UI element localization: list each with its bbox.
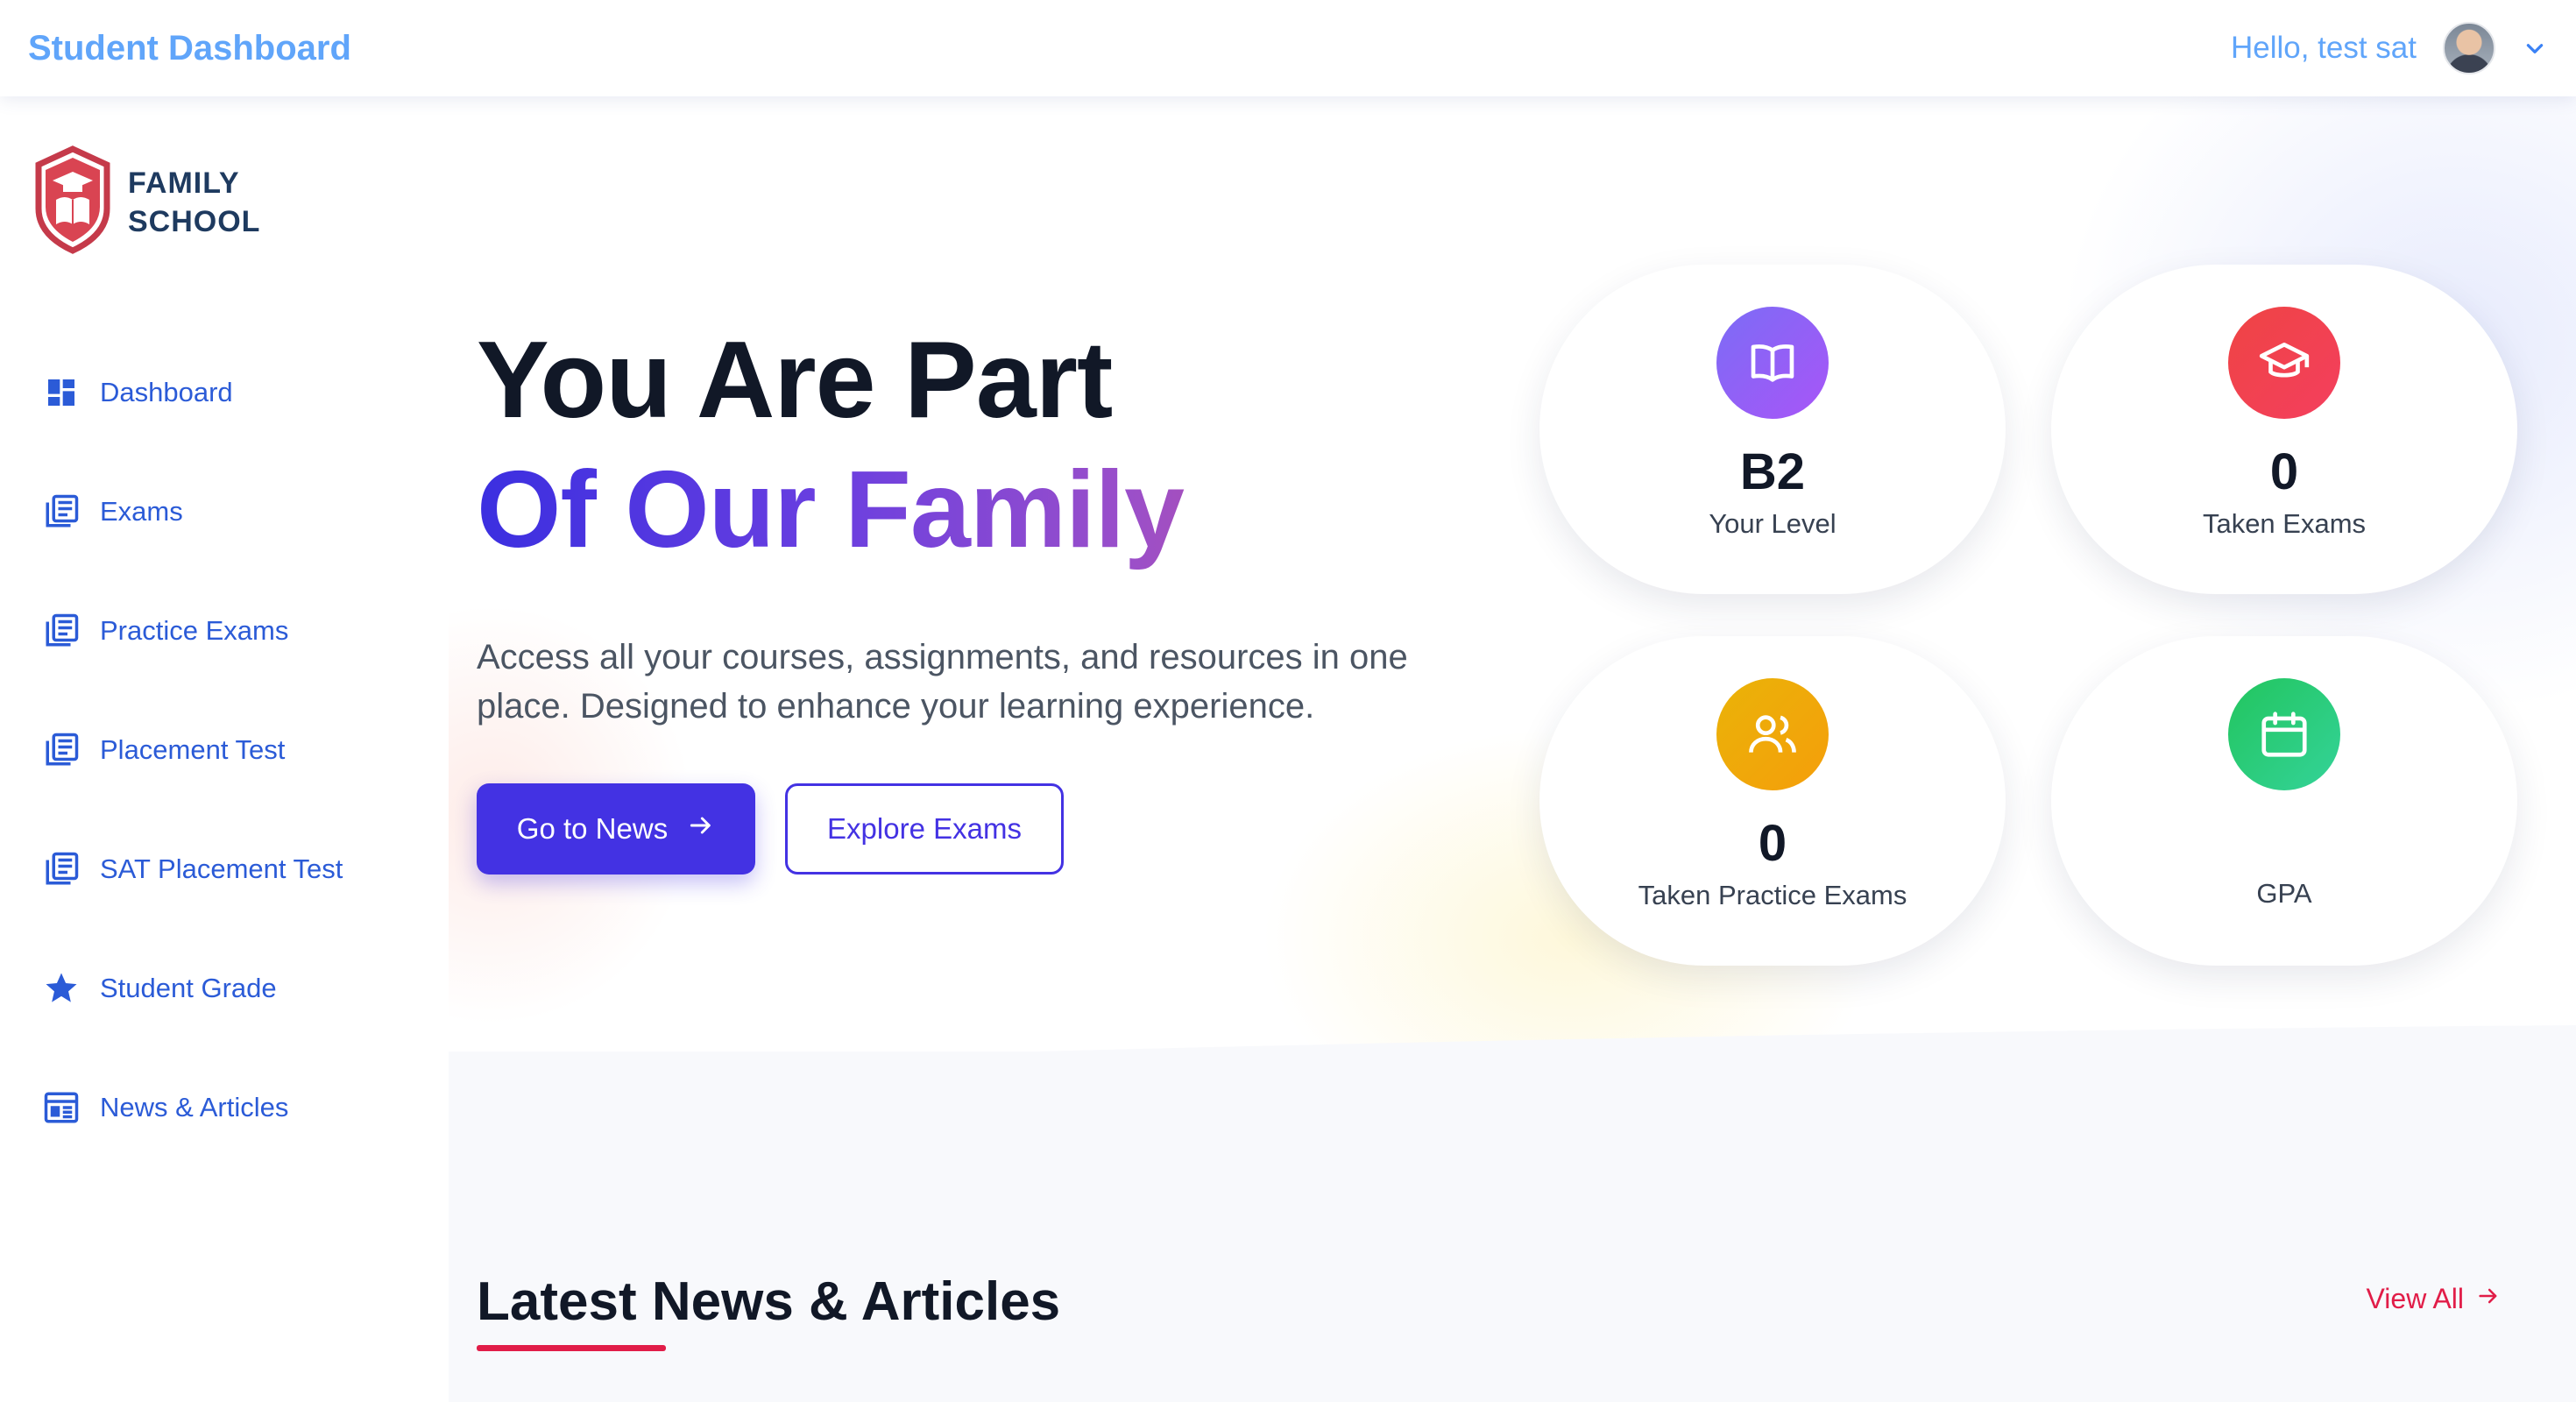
sidebar-item-practice-exams[interactable]: Practice Exams — [42, 571, 343, 690]
news-section: Latest News & Articles View All — [477, 1271, 2501, 1351]
main-content: You Are Part Of Our Family Access all yo… — [449, 96, 2576, 1402]
title-underline — [477, 1345, 666, 1351]
go-to-news-button[interactable]: Go to News — [477, 783, 755, 874]
list-document-icon — [42, 492, 81, 531]
hero-heading-line2: Of Our Family — [477, 445, 1484, 575]
explore-exams-button[interactable]: Explore Exams — [785, 783, 1064, 874]
newspaper-icon — [42, 1088, 81, 1127]
stat-card-level: B2 Your Level — [1539, 265, 2006, 594]
stat-card-taken-exams: 0 Taken Exams — [2051, 265, 2517, 594]
top-bar: Student Dashboard Hello, test sat — [0, 0, 2576, 96]
brand-name-line2: SCHOOL — [128, 204, 261, 238]
brand-name-line1: FAMILY — [128, 166, 240, 200]
sidebar-item-label: Placement Test — [100, 734, 286, 765]
sidebar-item-label: Exams — [100, 496, 183, 527]
sidebar: FAMILY SCHOOL Dashboard Exams Practice E… — [0, 96, 449, 1402]
graduation-cap-icon — [2228, 307, 2340, 419]
sidebar-item-news-articles[interactable]: News & Articles — [42, 1048, 343, 1167]
list-document-icon — [42, 850, 81, 889]
sidebar-item-placement-test[interactable]: Placement Test — [42, 690, 343, 810]
stat-label: Your Level — [1709, 508, 1836, 539]
sidebar-item-student-grade[interactable]: Student Grade — [42, 929, 343, 1048]
sidebar-item-sat-placement-test[interactable]: SAT Placement Test — [42, 810, 343, 929]
user-greeting: Hello, test sat — [2230, 31, 2417, 65]
stat-label: GPA — [2256, 878, 2312, 909]
hero-description: Access all your courses, assignments, an… — [477, 638, 1408, 726]
view-all-label: View All — [2366, 1283, 2464, 1314]
sidebar-item-label: News & Articles — [100, 1092, 289, 1122]
sidebar-item-label: Student Grade — [100, 973, 277, 1003]
chevron-down-icon[interactable] — [2522, 35, 2548, 61]
sidebar-item-dashboard[interactable]: Dashboard — [42, 333, 343, 452]
app-title: Student Dashboard — [28, 28, 351, 67]
sidebar-item-label: Practice Exams — [100, 615, 289, 646]
view-all-link[interactable]: View All — [2367, 1283, 2501, 1315]
sidebar-item-label: SAT Placement Test — [100, 853, 343, 884]
list-document-icon — [42, 612, 81, 650]
sidebar-item-label: Dashboard — [100, 377, 233, 407]
list-document-icon — [42, 731, 81, 769]
hero-section: You Are Part Of Our Family Access all yo… — [477, 315, 1484, 874]
users-icon — [1716, 678, 1829, 790]
arrow-right-icon — [687, 811, 715, 846]
book-open-icon — [1716, 307, 1829, 419]
calendar-icon — [2228, 678, 2340, 790]
stat-card-taken-practice-exams: 0 Taken Practice Exams — [1539, 636, 2006, 966]
stat-label: Taken Practice Exams — [1638, 880, 1907, 910]
dashboard-grid-icon — [42, 373, 81, 412]
user-menu[interactable]: Hello, test sat — [2231, 22, 2548, 74]
brand-logo[interactable]: FAMILY SCHOOL — [33, 145, 260, 258]
hero-heading-line1: You Are Part — [477, 320, 1113, 441]
news-section-title: Latest News & Articles — [477, 1271, 1061, 1332]
stat-card-gpa: GPA — [2051, 636, 2517, 966]
go-to-news-label: Go to News — [516, 812, 669, 845]
avatar[interactable] — [2443, 22, 2495, 74]
stats-grid: B2 Your Level 0 Taken Exams 0 Taken Prac… — [1539, 265, 2547, 983]
stat-value: 0 — [1758, 815, 1787, 872]
star-icon — [42, 969, 81, 1008]
arrow-right-icon — [2476, 1283, 2501, 1315]
stat-value: 0 — [2269, 443, 2299, 500]
hero-actions: Go to News Explore Exams — [477, 783, 1484, 874]
stat-label: Taken Exams — [2202, 508, 2367, 539]
sidebar-nav: Dashboard Exams Practice Exams Placement… — [42, 333, 343, 1167]
school-crest-icon — [33, 145, 112, 258]
sidebar-item-exams[interactable]: Exams — [42, 452, 343, 571]
stat-value: B2 — [1739, 443, 1806, 500]
